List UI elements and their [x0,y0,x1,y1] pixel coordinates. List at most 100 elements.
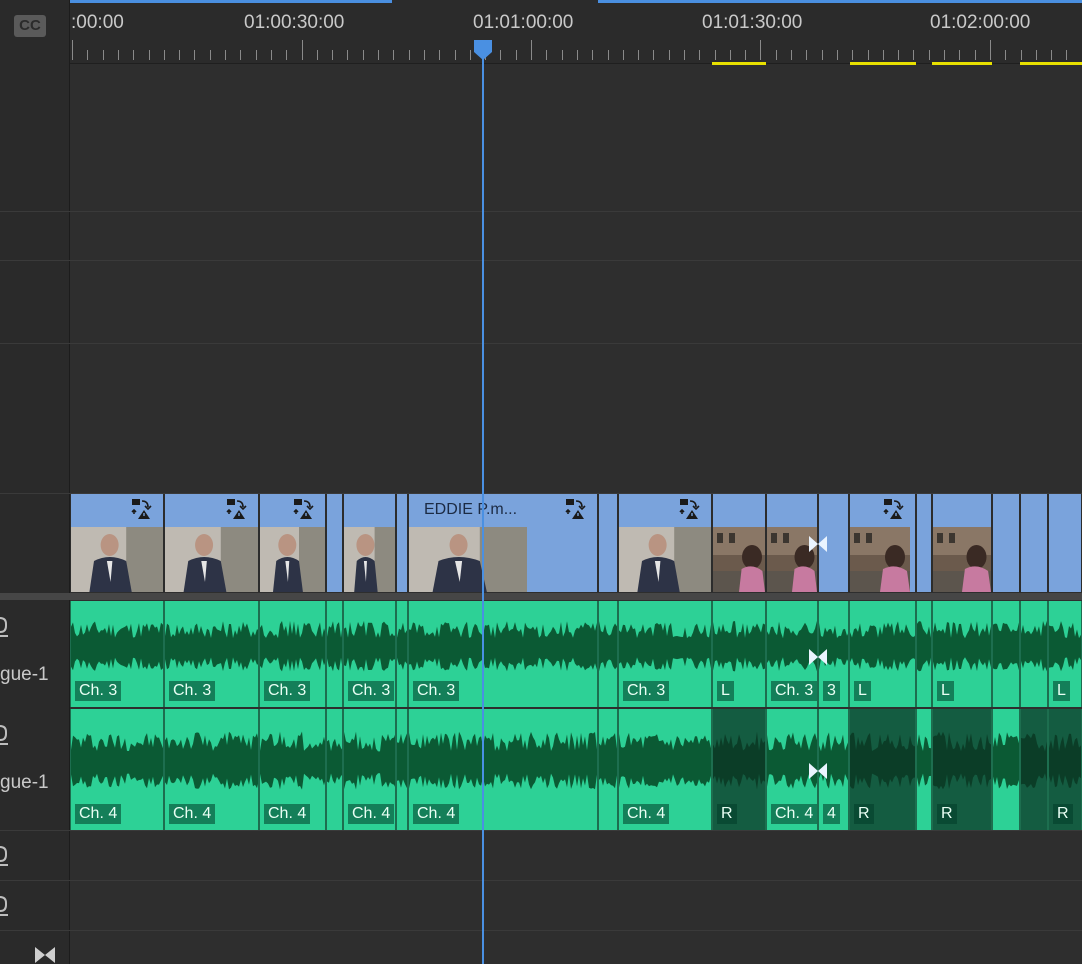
audio-clip[interactable]: Ch. 4 [343,709,396,830]
timeline-panel: CC :00:00 01:00:30:00 01:01:00:00 01:01:… [0,0,1082,964]
sync-warning-icon[interactable] [225,498,247,520]
channel-label: L [1053,681,1070,701]
audio-clip[interactable]: Ch. 3 [343,601,396,707]
audio-clip[interactable] [598,601,618,707]
audio-clip[interactable] [396,709,408,830]
video-clip[interactable] [343,494,396,592]
channel-label: Ch. 4 [623,804,670,824]
audio-clip[interactable]: R [932,709,992,830]
video-clip[interactable] [916,494,932,592]
render-bar [850,62,916,65]
audio-clip[interactable]: Ch. 4 [164,709,259,830]
clip-thumbnail [713,527,765,592]
ruler-tick [1036,50,1037,60]
audio-clip[interactable] [916,601,932,707]
mic-icon[interactable] [0,724,12,748]
audio-clip[interactable]: L [712,601,766,707]
channel-label: Ch. 4 [771,804,817,824]
audio-clip[interactable]: R [849,709,916,830]
video-clip[interactable] [598,494,618,592]
audio-clip[interactable]: Ch. 3 [618,601,712,707]
track-name-a1[interactable]: gue-1 [0,664,49,686]
video-audio-divider[interactable] [0,593,1082,600]
audio-clip[interactable]: Ch. 4 [408,709,598,830]
ruler-tick [837,50,838,60]
work-area-bar[interactable] [598,0,1082,3]
video-clip[interactable] [70,494,164,592]
ruler-tick [546,50,547,60]
audio-clip[interactable]: Ch. 4 [70,709,164,830]
audio-clip[interactable] [992,709,1020,830]
channel-label: L [717,681,734,701]
sync-warning-icon[interactable] [564,498,586,520]
ruler-tick [500,50,501,60]
audio-clip[interactable]: Ch. 4 [259,709,326,830]
render-bar [932,62,992,65]
audio-clip[interactable]: L [932,601,992,707]
work-area-bar[interactable] [70,0,392,3]
audio-clip[interactable] [916,709,932,830]
waveform [327,621,342,672]
ruler-tick [271,50,272,60]
audio-clip[interactable] [992,601,1020,707]
channel-label: Ch. 4 [169,804,216,824]
video-clip[interactable] [326,494,343,592]
waveform [397,733,407,789]
audio-clip[interactable] [396,601,408,707]
sync-warning-icon[interactable] [292,498,314,520]
ruler-tick [317,50,318,60]
video-clip[interactable] [259,494,326,592]
audio-clip[interactable] [326,601,343,707]
channel-label: R [1053,804,1073,824]
track-name-a2[interactable]: gue-1 [0,772,49,794]
playhead-line[interactable] [482,40,484,964]
audio-clip[interactable]: L [1048,601,1082,707]
video-clip[interactable] [164,494,259,592]
video-clip[interactable] [1020,494,1048,592]
audio-clip[interactable] [1020,709,1048,830]
track-divider [0,880,1082,881]
video-clip[interactable] [992,494,1020,592]
video-clip[interactable] [932,494,992,592]
audio-clip[interactable]: Ch. 4 [618,709,712,830]
transition-icon[interactable] [808,648,828,671]
ruler-tick [883,50,884,60]
sync-warning-icon[interactable] [130,498,152,520]
ruler-tick [1066,50,1067,60]
video-clip[interactable] [618,494,712,592]
ruler-tick [1005,50,1006,60]
audio-clip[interactable]: Ch. 3 [70,601,164,707]
ruler-tick [164,50,165,60]
mic-icon[interactable] [0,895,12,919]
mic-icon[interactable] [0,616,12,640]
audio-clip[interactable]: R [1048,709,1082,830]
sync-warning-icon[interactable] [678,498,700,520]
mic-icon[interactable] [0,845,12,869]
playhead-icon[interactable] [471,38,495,67]
audio-clip[interactable]: Ch. 3 [259,601,326,707]
audio-clip[interactable]: Ch. 3 [408,601,598,707]
video-clip[interactable]: EDDIE P.m... [408,494,598,592]
video-clip[interactable] [1048,494,1082,592]
audio-clip[interactable] [598,709,618,830]
ruler-tick [929,50,930,60]
transition-icon[interactable] [808,762,828,785]
audio-clip[interactable] [1020,601,1048,707]
transition-icon[interactable] [808,535,828,558]
clip-thumbnail [619,527,711,592]
video-clip[interactable] [712,494,766,592]
video-clip[interactable] [849,494,916,592]
cc-icon[interactable]: CC [14,15,46,37]
video-clip[interactable] [396,494,408,592]
channel-label: R [717,804,737,824]
audio-clip[interactable]: L [849,601,916,707]
sync-warning-icon[interactable] [882,498,904,520]
waveform [917,621,931,672]
audio-clip[interactable]: Ch. 3 [164,601,259,707]
waveform [397,622,407,670]
audio-clip[interactable]: R [712,709,766,830]
channel-label: Ch. 4 [75,804,122,824]
audio-clip[interactable] [326,709,343,830]
transition-icon[interactable] [34,946,56,964]
channel-label: Ch. 4 [413,804,460,824]
